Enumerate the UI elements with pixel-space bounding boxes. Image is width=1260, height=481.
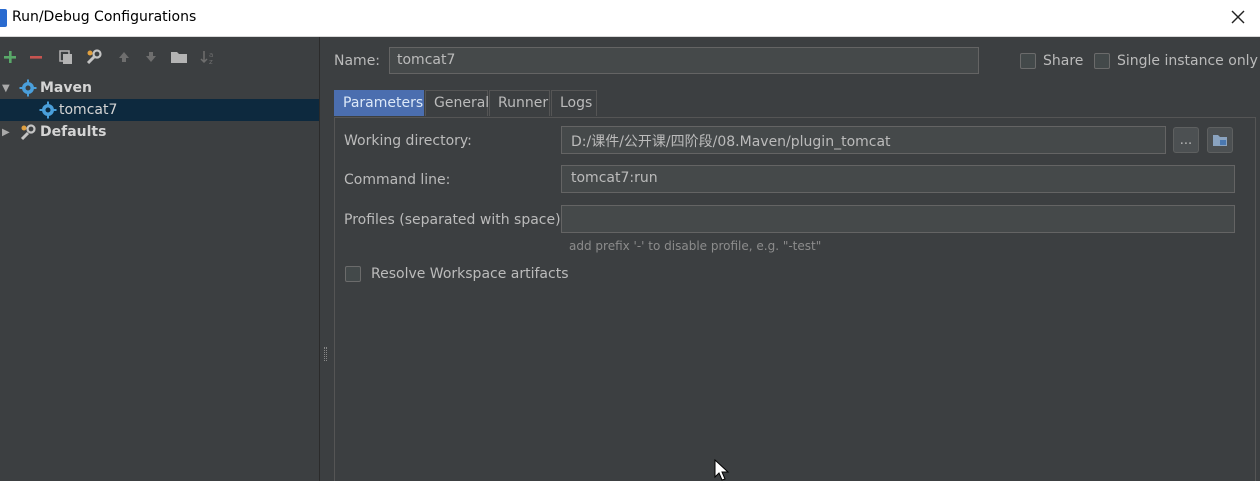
wrench-icon bbox=[20, 124, 36, 141]
profiles-input[interactable] bbox=[561, 205, 1235, 233]
remove-icon[interactable] bbox=[26, 47, 46, 67]
move-up-icon[interactable] bbox=[114, 47, 134, 67]
folder-module-icon bbox=[1213, 135, 1227, 146]
tab-general[interactable]: General bbox=[425, 90, 489, 116]
edit-defaults-icon[interactable] bbox=[84, 47, 104, 67]
name-label: Name: bbox=[334, 53, 381, 69]
single-instance-checkbox[interactable] bbox=[1094, 53, 1110, 69]
gear-icon bbox=[19, 79, 37, 97]
gear-icon bbox=[39, 101, 57, 119]
profiles-label: Profiles (separated with space): bbox=[344, 212, 566, 228]
configuration-editor: Name: tomcat7 Share Single instance only… bbox=[332, 37, 1260, 481]
resolve-workspace-label: Resolve Workspace artifacts bbox=[371, 266, 569, 282]
share-checkbox[interactable] bbox=[1020, 53, 1036, 69]
expanded-arrow-icon[interactable]: ▼ bbox=[2, 83, 10, 94]
svg-text:z: z bbox=[209, 58, 213, 66]
close-icon[interactable] bbox=[1228, 7, 1248, 27]
working-directory-label: Working directory: bbox=[344, 133, 472, 149]
name-input[interactable]: tomcat7 bbox=[389, 47, 979, 74]
tab-parameters[interactable]: Parameters bbox=[334, 90, 424, 116]
tree-item-tomcat7[interactable]: tomcat7 bbox=[0, 99, 319, 121]
move-down-icon[interactable] bbox=[141, 47, 161, 67]
window-title: Run/Debug Configurations bbox=[12, 9, 197, 25]
copy-icon[interactable] bbox=[56, 47, 76, 67]
add-icon[interactable] bbox=[0, 47, 20, 67]
resolve-workspace-checkbox[interactable] bbox=[345, 266, 361, 282]
profiles-hint: add prefix '-' to disable profile, e.g. … bbox=[569, 239, 822, 253]
configurations-toolbar: az bbox=[0, 47, 320, 69]
folder-icon[interactable] bbox=[169, 47, 189, 67]
single-instance-label: Single instance only bbox=[1117, 53, 1258, 69]
tree-item-label: tomcat7 bbox=[59, 102, 118, 118]
tree-item-label: Maven bbox=[40, 80, 92, 96]
command-line-input[interactable]: tomcat7:run bbox=[561, 165, 1235, 193]
tree-item-defaults[interactable]: ▶ Defaults bbox=[0, 121, 319, 143]
browse-button[interactable]: ... bbox=[1173, 127, 1199, 153]
splitter-grip[interactable] bbox=[324, 347, 327, 361]
title-bar: Run/Debug Configurations bbox=[0, 0, 1260, 37]
mouse-cursor-icon bbox=[714, 459, 730, 481]
share-label: Share bbox=[1043, 53, 1084, 69]
tab-logs[interactable]: Logs bbox=[551, 90, 597, 116]
sort-icon[interactable]: az bbox=[198, 47, 218, 67]
working-directory-input[interactable]: D:/课件/公开课/四阶段/08.Maven/plugin_tomcat bbox=[561, 126, 1166, 154]
tree-item-label: Defaults bbox=[40, 124, 107, 140]
panel-splitter[interactable] bbox=[320, 37, 332, 481]
tree-item-maven[interactable]: ▼ Maven bbox=[0, 77, 319, 99]
app-icon bbox=[0, 9, 7, 27]
tab-runner[interactable]: Runner bbox=[489, 90, 550, 116]
module-dir-button[interactable] bbox=[1207, 127, 1233, 153]
collapsed-arrow-icon[interactable]: ▶ bbox=[2, 127, 10, 138]
parameters-panel: Working directory: D:/课件/公开课/四阶段/08.Mave… bbox=[334, 117, 1256, 481]
command-line-label: Command line: bbox=[344, 172, 451, 188]
configurations-panel: az ▼ Maven tomcat7 ▶ Defaults bbox=[0, 37, 320, 481]
